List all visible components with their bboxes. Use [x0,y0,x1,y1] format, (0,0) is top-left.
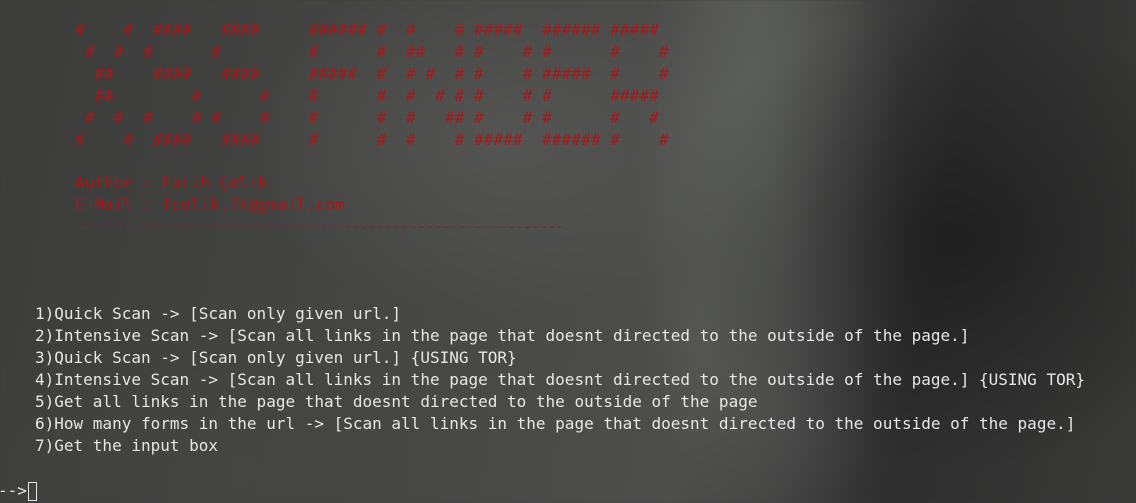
command-prompt[interactable]: --> [0,480,37,502]
menu-item-intensive-scan-tor: 4)Intensive Scan -> [Scan all links in t… [35,370,1085,389]
menu-item-intensive-scan: 2)Intensive Scan -> [Scan all links in t… [35,326,970,345]
prompt-symbol: --> [0,481,27,500]
banner-line: ## #### #### ##### # # # # # # ##### # # [75,64,669,83]
separator-line: ----------------------------------------… [75,217,564,236]
menu-item-quick-scan: 1)Quick Scan -> [Scan only given url.] [35,304,402,323]
terminal-window[interactable]: # # #### #### ###### # # # ##### ###### … [0,0,1136,503]
scan-menu: 1)Quick Scan -> [Scan only given url.] 2… [35,303,1085,457]
email-line: E-Mail : fcelik.ft@gmail.com [75,195,345,214]
author-line: Author : Fatih Çelik [75,173,268,192]
menu-item-get-links: 5)Get all links in the page that doesnt … [35,392,758,411]
banner-line: # # # # # # # # # ## # # # # # [75,108,659,127]
banner-line: # # #### #### # # # # ##### ###### # # [75,130,669,149]
menu-item-quick-scan-tor: 3)Quick Scan -> [Scan only given url.] {… [35,348,517,367]
banner-line: # # # # # # ## # # # # # # [75,42,669,61]
text-cursor[interactable] [27,481,37,501]
menu-item-count-forms: 6)How many forms in the url -> [Scan all… [35,414,1076,433]
banner-line: ## # # # # # # # # # # ##### [75,86,659,105]
banner-line: # # #### #### ###### # # # ##### ###### … [75,20,659,39]
menu-item-input-box: 7)Get the input box [35,436,219,455]
